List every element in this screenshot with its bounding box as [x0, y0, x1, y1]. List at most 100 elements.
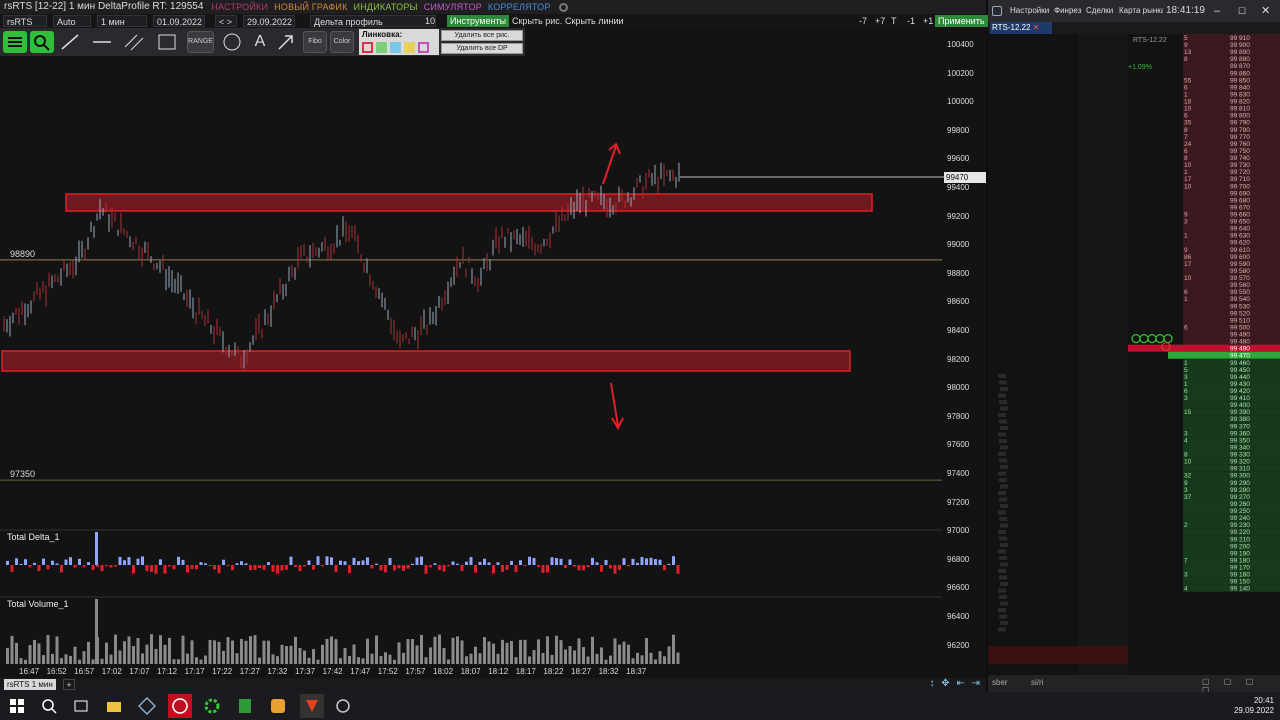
volume-bar	[613, 638, 617, 664]
bid-price: 99 460	[1230, 360, 1250, 367]
order-book[interactable]: RTS-12.22+1.09%99 910599 900999 8901399 …	[988, 34, 1280, 675]
profile-count-field[interactable]: 10	[422, 15, 438, 27]
delta-bar	[357, 561, 360, 565]
volume-bar	[343, 647, 347, 664]
price-tick: 96400	[947, 612, 970, 621]
price-chart[interactable]	[0, 28, 944, 664]
delta-bar	[487, 562, 491, 565]
volume-bar	[379, 656, 383, 664]
date-to-field[interactable]: 29.09.2022	[243, 15, 295, 27]
ask-volume: 17	[1184, 261, 1192, 268]
tape-cell	[1000, 523, 1008, 528]
volume-bar	[591, 636, 594, 664]
menu-item-0[interactable]: НАСТРОЙКИ	[211, 0, 268, 14]
volume-panel-title: Total Volume_1	[7, 599, 69, 609]
delta-bar	[492, 565, 495, 574]
volume-bar	[330, 636, 333, 664]
ask-volume: 9	[1184, 247, 1188, 254]
dom-menu-trades[interactable]: Сделки	[1086, 0, 1113, 22]
delta-bar	[388, 558, 392, 565]
add-tab-button[interactable]: +	[63, 679, 75, 690]
delta-bar	[370, 565, 374, 569]
settings-gear-icon[interactable]	[558, 2, 568, 12]
menu-item-3[interactable]: СИМУЛЯТОР	[424, 0, 482, 14]
scroll-nav-icons[interactable]: ↕ ✥ ⇤ ⇥	[930, 678, 982, 689]
delta-bar	[546, 565, 549, 573]
dom-menu-settings[interactable]: Настройки	[1010, 0, 1049, 22]
ask-price: 99 790	[1230, 120, 1250, 127]
delta-bar	[586, 565, 590, 568]
time-tick: 17:27	[239, 667, 260, 676]
app-icon-6[interactable]	[300, 694, 324, 718]
profile-type-select[interactable]: Дельта профиль	[310, 15, 436, 27]
dom-instrument-label: RTS-12.22	[1133, 37, 1167, 44]
dom-menu-market-map[interactable]: Карта рынка	[1119, 0, 1163, 22]
volume-bar	[95, 599, 98, 664]
hide-drawings-button[interactable]: Скрыть рис.	[509, 15, 565, 27]
date-nav-buttons[interactable]: < >	[215, 15, 237, 27]
volume-bar	[555, 635, 558, 664]
delta-bar	[582, 565, 585, 571]
app-icon-4[interactable]	[236, 697, 254, 715]
menu-item-2[interactable]: ИНДИКАТОРЫ	[354, 0, 418, 14]
search-icon[interactable]	[40, 697, 58, 715]
ask-price: 99 640	[1230, 226, 1250, 233]
step-button-4[interactable]: +1	[920, 15, 936, 27]
step-button-0[interactable]: -7	[856, 15, 870, 27]
step-button-1[interactable]: +7	[872, 15, 888, 27]
maximize-icon[interactable]: ☐	[1238, 0, 1246, 22]
volume-bar	[132, 646, 135, 664]
menu-item-4[interactable]: КОРРЕЛЯТОР	[488, 0, 551, 14]
delta-bar	[672, 556, 675, 565]
delta-bar	[478, 561, 482, 565]
bid-price: 99 300	[1230, 473, 1250, 480]
volume-bar	[186, 653, 189, 664]
delta-bar	[600, 565, 603, 572]
volume-bar	[244, 640, 248, 664]
dom-tab-siri[interactable]: si/ri	[1031, 678, 1043, 687]
instruments-button[interactable]: Инструменты	[447, 15, 510, 27]
price-tick: 97600	[947, 440, 970, 450]
menu-item-1[interactable]: НОВЫЙ ГРАФИК	[274, 0, 347, 14]
file-explorer-icon[interactable]	[105, 697, 123, 715]
apply-button[interactable]: Применить	[935, 15, 988, 27]
chart-tab[interactable]: rsRTS 1 мин	[4, 679, 56, 690]
app-icon-2[interactable]	[168, 694, 192, 718]
date-from-field[interactable]: 01.09.2022	[153, 15, 205, 27]
price-tick: 100200	[947, 68, 974, 78]
step-button-3[interactable]: -1	[904, 15, 918, 27]
ask-price: 99 530	[1230, 303, 1250, 310]
dom-tab-sber[interactable]: sber	[992, 678, 1008, 687]
app-icon-7[interactable]	[334, 697, 352, 715]
hide-lines-button[interactable]: Скрыть линии	[562, 15, 627, 27]
volume-bar	[627, 644, 630, 664]
task-view-icon[interactable]	[72, 697, 90, 715]
volume-bar	[267, 640, 270, 664]
dom-instrument-tab[interactable]: RTS-12.22 ✕	[990, 22, 1052, 34]
bid-price: 99 310	[1230, 466, 1250, 473]
timeframe-select[interactable]: 1 мин	[97, 15, 147, 27]
volume-bar	[573, 650, 576, 664]
bid-price: 99 440	[1230, 374, 1250, 381]
scale-mode-select[interactable]: Auto	[53, 15, 91, 27]
bid-volume: 3	[1184, 572, 1188, 579]
dom-pct-label: +1.09%	[1128, 64, 1152, 71]
tape-cell	[999, 595, 1007, 599]
minimize-icon[interactable]: –	[1214, 0, 1220, 22]
close-icon[interactable]: ✕	[1261, 0, 1270, 22]
bid-price: 99 250	[1230, 508, 1250, 515]
volume-bar	[514, 657, 518, 664]
app-icon-1[interactable]	[137, 696, 157, 716]
tape-cell	[1000, 445, 1008, 450]
best-ask-row	[1128, 344, 1280, 352]
windows-start-icon[interactable]	[8, 697, 26, 715]
tab-close-icon[interactable]: ✕	[1033, 23, 1040, 32]
symbol-select[interactable]: rsRTS	[3, 15, 47, 27]
app-icon-5[interactable]	[269, 697, 287, 715]
dom-menu-finrez[interactable]: Финрез	[1054, 0, 1081, 22]
step-button-2[interactable]: T	[888, 15, 900, 27]
delta-bar	[649, 557, 653, 565]
tape-cell	[999, 458, 1007, 463]
delta-bar	[640, 557, 644, 565]
app-icon-3[interactable]	[203, 697, 221, 715]
